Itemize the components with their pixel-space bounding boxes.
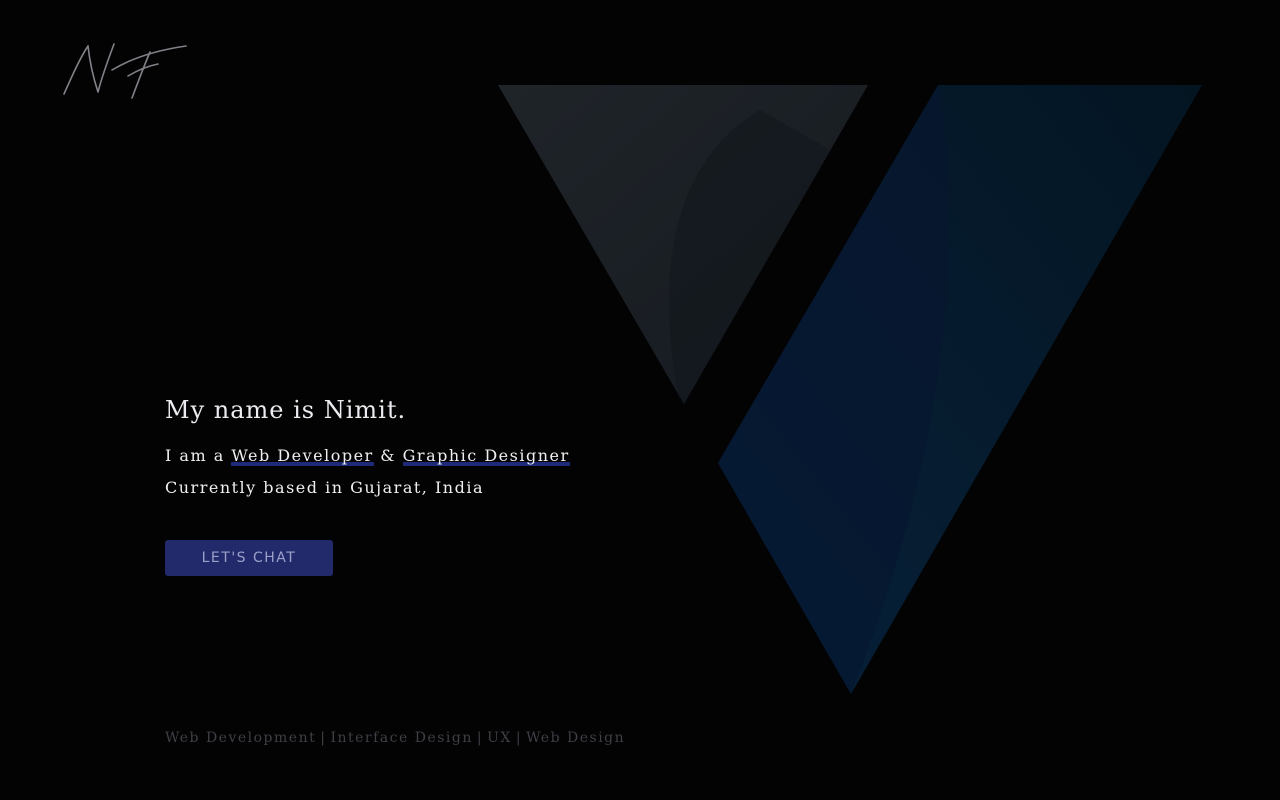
role-prefix: I am a <box>165 446 225 465</box>
footer-tag: UX <box>487 730 512 746</box>
graphic-designer-link[interactable]: Graphic Designer <box>403 446 570 466</box>
footer-tags: Web Development | Interface Design | UX | Web … <box>165 728 625 748</box>
page-title: My name is Nimit. <box>165 396 407 424</box>
footer-tag: Web Development <box>165 730 317 746</box>
footer-separator: | <box>320 730 327 746</box>
footer-separator: | <box>515 730 523 746</box>
web-developer-link[interactable]: Web Developer <box>231 446 373 466</box>
location-line: Currently based in Gujarat, India <box>165 478 484 497</box>
role-line: I am a Web Developer & Graphic Designer <box>165 440 685 472</box>
role-joiner: & <box>380 446 397 465</box>
footer-separator: | <box>476 730 484 746</box>
lets-chat-button[interactable]: LET'S CHAT <box>165 540 333 576</box>
intro-block: My name is Nimit. I am a Web Developer &… <box>165 392 685 504</box>
footer-tag: Interface Design <box>330 730 473 746</box>
footer-tag: Web Design <box>526 730 626 746</box>
